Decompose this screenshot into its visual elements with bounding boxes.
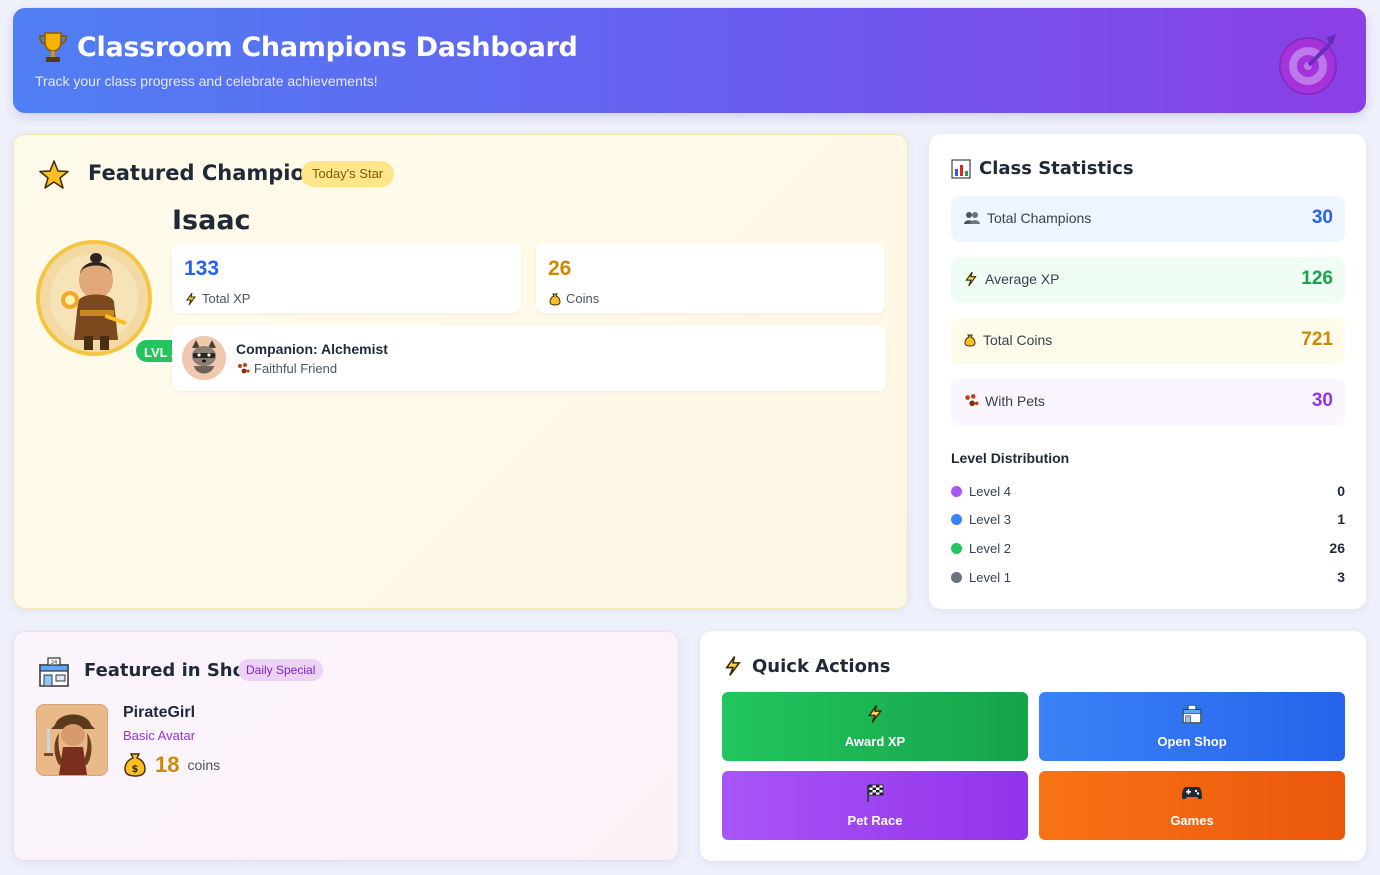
level-row-4: Level 4 0	[951, 481, 1345, 501]
class-statistics-card: Class Statistics Total Champions 30 Aver…	[929, 134, 1366, 609]
stat-label: Total Coins	[983, 332, 1053, 348]
featured-champion-card: Featured Champion Today's Star LVL 2 Isa…	[13, 134, 908, 609]
featured-shop-title: Featured in Shop	[84, 660, 258, 681]
level-row-1: Level 1 3	[951, 567, 1345, 587]
stat-row-average-xp: Average XP 126	[951, 257, 1345, 303]
stat-label: Total Champions	[987, 210, 1092, 226]
pet-race-label: Pet Race	[847, 813, 903, 828]
stat-row-total-champions: Total Champions 30	[951, 196, 1345, 242]
stat-label: Average XP	[985, 271, 1060, 287]
svg-text:$: $	[132, 764, 139, 775]
store-icon: 24	[39, 657, 69, 687]
stat-value: 30	[1311, 207, 1333, 228]
star-icon	[39, 160, 69, 189]
total-xp-label: Total XP	[202, 291, 251, 306]
level-name: Level 3	[969, 512, 1011, 527]
quick-actions-header: Quick Actions	[722, 655, 890, 677]
award-xp-label: Award XP	[844, 734, 906, 749]
featured-champion-title: Featured Champion	[88, 161, 320, 185]
total-xp-label-row: Total XP	[184, 291, 250, 306]
money-bag-icon: $	[124, 753, 146, 777]
page-subtitle: Track your class progress and celebrate …	[35, 73, 378, 89]
people-icon	[964, 212, 980, 224]
games-button[interactable]: Games	[1039, 771, 1345, 840]
level-count: 0	[1337, 483, 1345, 499]
paw-icon	[965, 394, 979, 407]
pet-race-button[interactable]: Pet Race	[722, 771, 1028, 840]
coins-box: 26 Coins	[536, 243, 885, 313]
lightning-icon	[965, 271, 977, 287]
open-shop-label: Open Shop	[1157, 734, 1227, 749]
todays-star-badge: Today's Star	[301, 161, 395, 187]
level-distribution-title: Level Distribution	[951, 450, 1070, 466]
level-count: 3	[1337, 569, 1345, 585]
checkered-flag-icon	[867, 784, 884, 802]
level-count: 26	[1329, 540, 1345, 556]
stat-value: 126	[1301, 268, 1333, 289]
shop-item-type: Basic Avatar	[123, 728, 196, 743]
price-unit: coins	[187, 757, 221, 773]
level-dot	[951, 572, 962, 583]
lightning-icon	[867, 705, 883, 723]
pirate-girl-image	[37, 705, 107, 775]
quick-actions-card: Quick Actions Award XP Open Shop Pet Rac…	[700, 631, 1366, 861]
lightning-icon	[186, 292, 196, 305]
level-row-3: Level 3 1	[951, 509, 1345, 529]
champion-name: Isaac	[172, 205, 251, 236]
raccoon-image	[182, 336, 226, 380]
champion-avatar-wrap[interactable]: LVL 2	[36, 240, 189, 364]
coins-label: Coins	[566, 291, 600, 306]
paw-icon	[238, 362, 250, 373]
store-icon	[1182, 704, 1202, 724]
total-xp-value: 133	[184, 257, 220, 280]
level-dot	[951, 543, 962, 554]
level-dot	[951, 514, 962, 525]
level-name: Level 2	[969, 541, 1011, 556]
money-bag-icon	[964, 334, 976, 347]
companion-title: Companion: Alchemist	[236, 341, 388, 357]
featured-shop-card: 24 Featured in Shop Daily Special Pirate…	[13, 631, 679, 861]
bar-chart-icon	[951, 158, 971, 179]
games-label: Games	[1170, 813, 1214, 828]
shop-item-name: PirateGirl	[123, 704, 196, 721]
companion-avatar	[182, 336, 226, 380]
svg-text:24: 24	[51, 660, 57, 666]
quick-actions-title: Quick Actions	[752, 655, 891, 677]
champion-avatar[interactable]	[36, 240, 152, 356]
level-count: 1	[1337, 511, 1345, 527]
class-statistics-title: Class Statistics	[979, 158, 1134, 179]
warrior-avatar-image	[40, 244, 148, 352]
lightning-icon	[725, 656, 741, 676]
stat-row-with-pets: With Pets 30	[951, 379, 1345, 425]
coins-value: 26	[548, 257, 572, 280]
daily-special-badge: Daily Special	[238, 659, 324, 681]
money-bag-icon	[549, 293, 561, 306]
level-dot	[951, 486, 962, 497]
target-icon	[1279, 34, 1337, 95]
price-amount: 18	[155, 752, 180, 777]
stat-value: 30	[1311, 390, 1333, 411]
companion-box[interactable]: Companion: Alchemist Faithful Friend	[172, 325, 886, 391]
award-xp-button[interactable]: Award XP	[722, 692, 1028, 761]
shop-item-price: $ 18 coins	[123, 752, 220, 778]
companion-subtitle: Faithful Friend	[254, 361, 338, 376]
shop-item-image[interactable]	[36, 704, 108, 776]
dashboard-header: Classroom Champions Dashboard Track your…	[13, 8, 1366, 113]
stat-value: 721	[1301, 329, 1333, 350]
stat-row-total-coins: Total Coins 721	[951, 318, 1345, 364]
page-title: Classroom Champions Dashboard	[77, 32, 578, 63]
companion-sub-row: Faithful Friend	[236, 361, 337, 376]
level-row-2: Level 2 26	[951, 538, 1345, 558]
coins-label-row: Coins	[548, 291, 599, 306]
total-xp-box: 133 Total XP	[172, 243, 521, 313]
level-name: Level 1	[969, 570, 1011, 585]
open-shop-button[interactable]: Open Shop	[1039, 692, 1345, 761]
trophy-icon	[38, 32, 68, 62]
class-statistics-header: Class Statistics	[951, 158, 1134, 179]
game-controller-icon	[1182, 787, 1202, 800]
level-name: Level 4	[969, 484, 1011, 499]
stat-label: With Pets	[985, 393, 1045, 409]
